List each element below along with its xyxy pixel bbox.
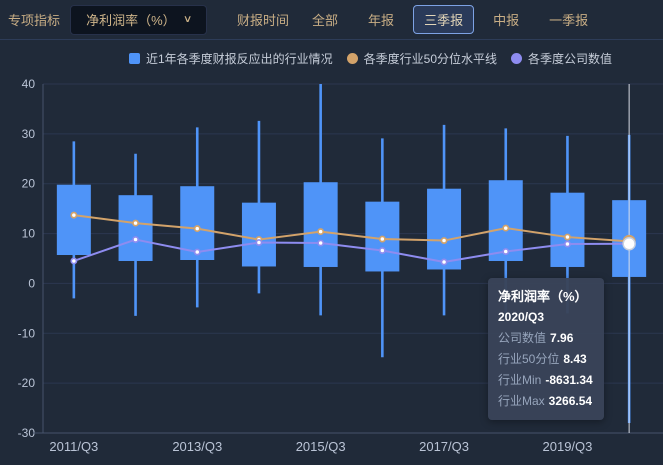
box-rect[interactable] xyxy=(119,195,153,261)
company-value-point[interactable] xyxy=(318,240,323,245)
y-axis-tick-label: -10 xyxy=(18,326,36,340)
company-value-point[interactable] xyxy=(71,258,76,263)
y-axis-tick-label: 0 xyxy=(28,276,35,290)
company-value-point[interactable] xyxy=(195,249,200,254)
percentile-50-point[interactable] xyxy=(133,221,138,226)
percentile-50-line[interactable] xyxy=(74,215,629,241)
x-axis-tick-label: 2015/Q3 xyxy=(296,439,346,454)
company-value-point[interactable] xyxy=(565,241,570,246)
x-axis-tick-label: 2011/Q3 xyxy=(49,439,98,454)
box-rect[interactable] xyxy=(550,193,584,267)
profit-margin-boxplot-chart[interactable]: 40 30 20 10 0 -10 -20 -30 2011/Q3 2013/Q3 2015/Q3 2… xyxy=(0,0,663,465)
y-axis-tick-label: 10 xyxy=(22,227,36,241)
y-axis-tick-label: 30 xyxy=(22,127,36,141)
company-value-point[interactable] xyxy=(441,259,446,264)
percentile-50-point[interactable] xyxy=(380,236,385,241)
company-value-point[interactable] xyxy=(133,237,138,242)
x-axis-tick-label: 2019/Q3 xyxy=(543,439,593,454)
x-axis-tick-label: 2017/Q3 xyxy=(419,439,469,454)
highlight-company-point[interactable] xyxy=(623,238,635,250)
box-rect[interactable] xyxy=(304,182,338,267)
company-value-point[interactable] xyxy=(380,248,385,253)
company-value-line[interactable] xyxy=(74,240,629,262)
box-rect[interactable] xyxy=(57,185,91,255)
percentile-50-point[interactable] xyxy=(195,226,200,231)
percentile-50-point[interactable] xyxy=(565,234,570,239)
y-axis-tick-label: 20 xyxy=(22,177,36,191)
box-rect[interactable] xyxy=(242,203,276,267)
y-axis-tick-label: -20 xyxy=(18,376,36,390)
company-value-point[interactable] xyxy=(503,249,508,254)
percentile-50-point[interactable] xyxy=(318,229,323,234)
percentile-50-point[interactable] xyxy=(441,238,446,243)
box-rect[interactable] xyxy=(427,189,461,270)
y-axis-tick-label: -30 xyxy=(18,426,36,440)
y-axis-tick-label: 40 xyxy=(22,77,36,91)
x-axis-tick-label: 2013/Q3 xyxy=(172,439,222,454)
company-value-point[interactable] xyxy=(256,240,261,245)
percentile-50-point[interactable] xyxy=(503,225,508,230)
percentile-50-point[interactable] xyxy=(71,213,76,218)
